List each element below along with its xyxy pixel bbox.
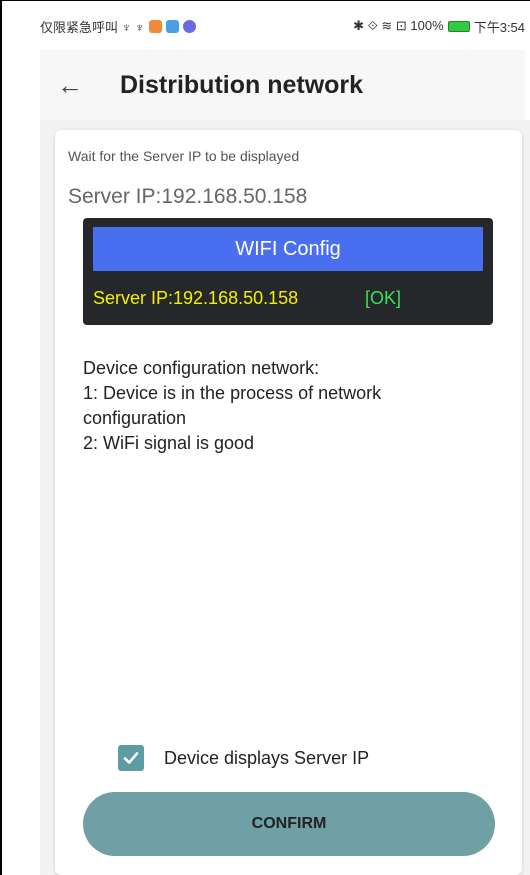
system-status-text: ✱ ⟐ ≋ ⊡ 100%: [353, 18, 444, 33]
description-line: 1: Device is in the process of network: [83, 383, 382, 403]
frame-left-border: [0, 0, 2, 875]
page-title: Distribution network: [120, 70, 364, 99]
server-ip-text: Server IP:192.168.50.158: [68, 185, 308, 208]
server-ip-checkbox[interactable]: [118, 745, 144, 771]
description-line: configuration: [83, 408, 187, 428]
confirm-button[interactable]: CONFIRM: [83, 792, 495, 856]
description-block: Device configuration network: 1: Device …: [83, 356, 483, 456]
description-line: 2: WiFi signal is good: [83, 433, 255, 453]
app-notification-icon: [148, 19, 162, 33]
device-ok-status: [OK]: [365, 288, 402, 308]
status-bar-right: ✱ ⟐ ≋ ⊡ 100% 下午3:54: [353, 17, 525, 36]
frame-top-border: [0, 0, 530, 1]
device-screen-preview: WIFI Config Server IP:192.168.50.158 [OK…: [83, 218, 493, 325]
status-bar-left: 仅限紧急呼叫 ♆ ♆: [40, 17, 196, 36]
checkmark-icon: [123, 752, 139, 764]
checkbox-label[interactable]: Device displays Server IP: [164, 748, 369, 769]
server-ip-confirm-row: Device displays Server IP: [118, 745, 369, 771]
wifi-config-banner: WIFI Config: [93, 227, 483, 271]
back-arrow-icon[interactable]: ←: [40, 70, 100, 101]
app-notification-icon: [165, 19, 179, 33]
carrier-text: 仅限紧急呼叫 ♆ ♆: [40, 19, 145, 35]
app-bar: ← Distribution network: [40, 50, 525, 120]
app-notification-icon: [182, 19, 196, 33]
clock: 下午3:54: [473, 19, 525, 35]
device-ip-text: Server IP:192.168.50.158: [93, 288, 299, 308]
instruction-text: Wait for the Server IP to be displayed: [68, 148, 300, 164]
battery-icon: [447, 20, 470, 32]
description-line: Device configuration network:: [83, 358, 320, 378]
status-bar: 仅限紧急呼叫 ♆ ♆ ✱ ⟐ ≋ ⊡ 100% 下午3:54: [40, 14, 525, 38]
